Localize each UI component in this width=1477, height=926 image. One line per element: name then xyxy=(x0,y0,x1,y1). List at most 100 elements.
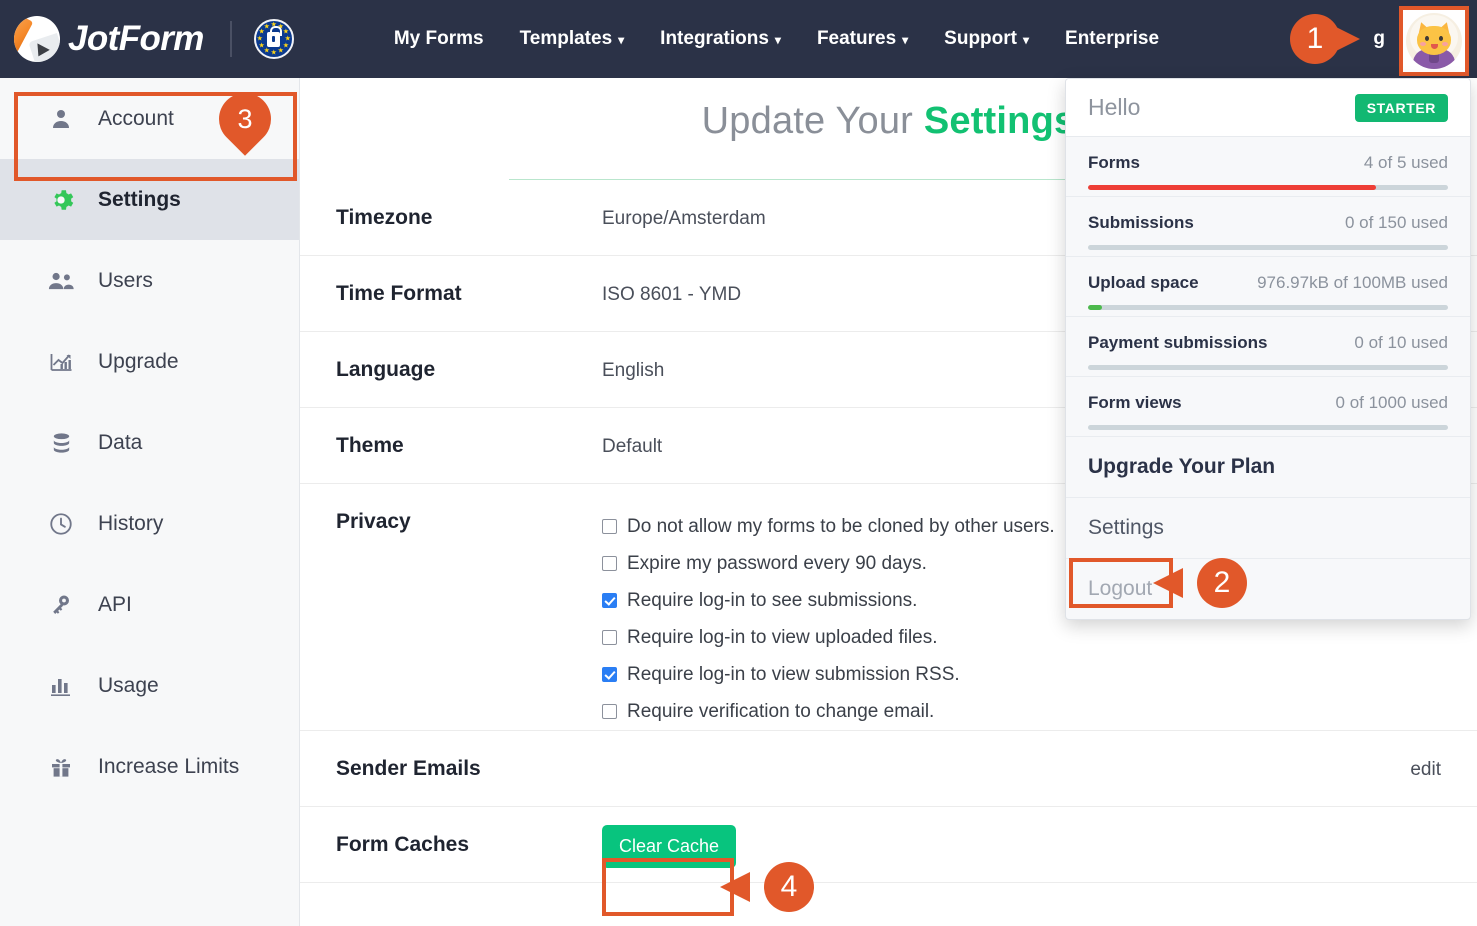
nav-link-label: Integrations xyxy=(660,28,769,49)
account-dropdown: Hello STARTER Forms 4 of 5 used Submission… xyxy=(1065,78,1471,620)
avatar-button[interactable] xyxy=(1399,4,1469,76)
usage-name: Payment submissions xyxy=(1088,333,1268,352)
usage-progress-bar xyxy=(1088,185,1448,190)
user-area: g xyxy=(1373,0,1477,78)
sidebar-item-label: Data xyxy=(98,430,143,454)
setting-label: Time Format xyxy=(336,282,462,305)
nav-links: My Forms Templates ▾ Integrations ▾ Features ▾… xyxy=(394,28,1159,50)
sidebar-item-label: Usage xyxy=(98,673,159,697)
clear-cache-button[interactable]: Clear Cache xyxy=(602,825,737,868)
avatar[interactable] xyxy=(1406,13,1462,69)
nav-link-enterprise[interactable]: Enterprise xyxy=(1065,28,1159,50)
dropdown-settings[interactable]: Settings xyxy=(1066,498,1470,559)
usage-block: Form views 0 of 1000 used xyxy=(1066,377,1470,437)
pencil-logo-icon xyxy=(14,16,60,62)
jotform-settings-page: JotForm ★★★★★★★★★★★★ My FormsTemplates▾I… xyxy=(0,0,1477,926)
chevron-down-icon: ▾ xyxy=(1023,33,1030,47)
sidebar-item-account[interactable]: Account xyxy=(0,78,299,159)
nav-link-label: Features xyxy=(816,28,897,49)
sidebar-item-data[interactable]: Data xyxy=(0,402,299,483)
username-label: g xyxy=(1373,28,1385,49)
usage-block: Upload space 976.97kB of 100MB used xyxy=(1066,257,1470,317)
sidebar-item-usage[interactable]: Usage xyxy=(0,645,299,726)
usage-block: Forms 4 of 5 used xyxy=(1066,137,1470,197)
privacy-option[interactable]: Require log-in to view uploaded files. xyxy=(602,619,1441,656)
usage-progress-bar xyxy=(1088,305,1448,310)
usage-block: Submissions 0 of 150 used xyxy=(1066,197,1470,257)
greeting-label: Hello xyxy=(1088,94,1141,120)
sidebar-item-history[interactable]: History xyxy=(0,483,299,564)
brand-name: JotForm xyxy=(68,19,204,58)
nav-link-label: Enterprise xyxy=(1065,28,1160,49)
sidebar: Account Settings Users Upgrade Data History AP… xyxy=(0,78,300,926)
checkbox[interactable] xyxy=(602,593,617,608)
setting-label: Theme xyxy=(336,434,404,457)
privacy-option-label: Require log-in to see submissions. xyxy=(627,589,918,611)
nav-link-label: Support xyxy=(944,28,1017,49)
privacy-option-label: Do not allow my forms to be cloned by ot… xyxy=(627,515,1055,537)
people-icon xyxy=(44,269,78,293)
trending-up-icon xyxy=(44,350,78,374)
sidebar-item-upgrade[interactable]: Upgrade xyxy=(0,321,299,402)
usage-progress-bar xyxy=(1088,245,1448,250)
brand-logo[interactable]: JotForm xyxy=(0,16,204,62)
page-title-accent: Settings xyxy=(923,100,1076,142)
sidebar-item-settings[interactable]: Settings xyxy=(0,159,299,240)
usage-name: Submissions xyxy=(1088,213,1194,232)
sidebar-item-label: Increase Limits xyxy=(98,754,240,778)
usage-value: 4 of 5 used xyxy=(1363,153,1448,172)
checkbox[interactable] xyxy=(602,667,617,682)
usage-name: Forms xyxy=(1088,153,1140,172)
usage-progress-fill xyxy=(1088,305,1103,310)
usage-block: Payment submissions 0 of 10 used xyxy=(1066,317,1470,377)
sender-emails-edit-link[interactable]: edit xyxy=(1410,731,1441,781)
sender-emails-label: Sender Emails xyxy=(336,757,481,780)
gear-icon xyxy=(44,187,78,213)
top-navigation-bar: JotForm ★★★★★★★★★★★★ My FormsTemplates▾I… xyxy=(0,0,1477,78)
key-icon xyxy=(44,593,78,617)
chevron-down-icon: ▾ xyxy=(902,33,909,47)
brand-divider xyxy=(229,21,232,57)
nav-link-templates[interactable]: Templates ▾ xyxy=(520,28,625,50)
sender-emails-row: Sender Emails edit xyxy=(300,731,1477,807)
usage-progress-bar xyxy=(1088,365,1448,370)
gdpr-lock-icon: ★★★★★★★★★★★★ xyxy=(253,19,294,59)
sidebar-item-users[interactable]: Users xyxy=(0,240,299,321)
usage-progress-bar xyxy=(1088,425,1448,430)
dropdown-logout[interactable]: Logout xyxy=(1066,559,1470,619)
nav-link-integrations[interactable]: Integrations ▾ xyxy=(660,28,781,50)
dropdown-upgrade-your-plan[interactable]: Upgrade Your Plan xyxy=(1066,437,1470,498)
usage-value: 0 of 150 used xyxy=(1344,213,1448,232)
dropdown-header: Hello STARTER xyxy=(1066,79,1470,137)
checkbox[interactable] xyxy=(602,556,617,571)
usage-name: Form views xyxy=(1088,393,1182,412)
setting-label: Timezone xyxy=(336,206,433,229)
gift-icon xyxy=(44,755,78,779)
checkbox[interactable] xyxy=(602,704,617,719)
nav-link-features[interactable]: Features ▾ xyxy=(817,28,908,50)
chevron-down-icon: ▾ xyxy=(774,33,781,47)
sidebar-item-label: Account xyxy=(98,106,174,130)
page-title-prefix: Update Your xyxy=(701,100,924,142)
sidebar-item-label: API xyxy=(98,592,132,616)
privacy-option[interactable]: Require log-in to view submission RSS. xyxy=(602,656,1441,693)
plan-badge: STARTER xyxy=(1354,93,1448,122)
checkbox[interactable] xyxy=(602,630,617,645)
sidebar-item-increase-limits[interactable]: Increase Limits xyxy=(0,726,299,807)
sidebar-item-label: Upgrade xyxy=(98,349,179,373)
nav-link-support[interactable]: Support ▾ xyxy=(944,28,1029,50)
privacy-option-label: Require log-in to view submission RSS. xyxy=(627,663,960,685)
sidebar-item-label: Settings xyxy=(98,187,181,211)
nav-link-label: My Forms xyxy=(393,28,484,49)
privacy-option[interactable]: Require verification to change email. xyxy=(602,693,1441,730)
bar-chart-icon xyxy=(44,674,78,698)
checkbox[interactable] xyxy=(602,519,617,534)
clock-icon xyxy=(44,511,78,537)
nav-link-label: Templates xyxy=(519,28,613,49)
usage-value: 976.97kB of 100MB used xyxy=(1257,273,1448,292)
sidebar-item-api[interactable]: API xyxy=(0,564,299,645)
nav-link-my-forms[interactable]: My Forms xyxy=(394,28,484,50)
privacy-option-label: Require verification to change email. xyxy=(627,700,935,722)
usage-value: 0 of 1000 used xyxy=(1335,393,1448,412)
sidebar-item-label: History xyxy=(98,511,164,535)
